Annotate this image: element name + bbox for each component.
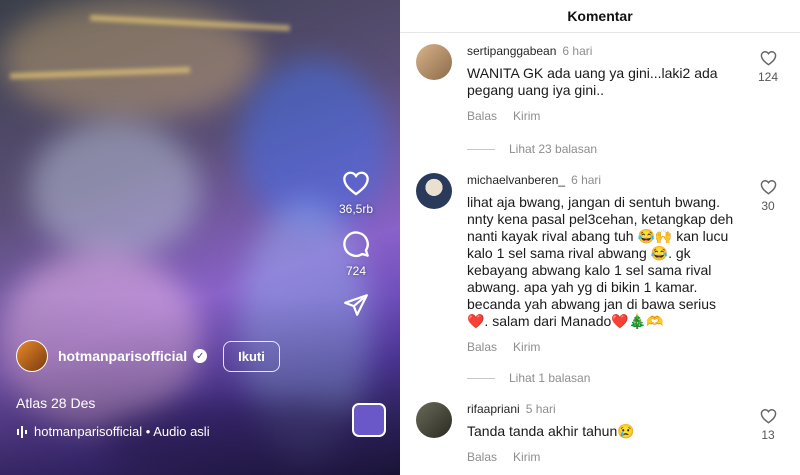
audio-thumbnail-button[interactable] <box>352 403 386 437</box>
comment-time: 6 hari <box>562 44 593 58</box>
view-replies-label: Lihat 1 balasan <box>509 371 591 385</box>
comment-like-button[interactable]: 13 <box>752 408 784 442</box>
panel-title: Komentar <box>400 0 800 33</box>
comment-avatar[interactable] <box>416 173 452 209</box>
heart-icon <box>760 51 776 66</box>
audio-label: hotmanparisofficial • Audio asli <box>34 424 210 439</box>
share-button[interactable] <box>343 292 369 324</box>
like-count: 36,5rb <box>338 202 374 216</box>
comment-like-button[interactable]: 124 <box>752 50 784 84</box>
replies-divider <box>467 148 495 150</box>
comment-text: Tanda tanda akhir tahun😢 <box>467 423 635 439</box>
audio-wave-icon <box>17 425 27 438</box>
comment-like-count: 13 <box>761 428 775 442</box>
comment-actions: Balas Kirim <box>467 450 737 464</box>
reply-button[interactable]: Balas <box>467 340 497 354</box>
comment-avatar[interactable] <box>416 402 452 438</box>
send-button[interactable]: Kirim <box>513 450 540 464</box>
author-avatar[interactable] <box>16 340 48 372</box>
replies-divider <box>467 377 495 379</box>
comment-actions: Balas Kirim <box>467 109 737 123</box>
comment-time: 5 hari <box>525 402 556 416</box>
view-replies-button[interactable]: Lihat 1 balasan <box>467 371 590 385</box>
comment-header: rifaapriani 5 hari <box>467 402 737 416</box>
heart-icon <box>343 171 369 196</box>
comment-header: sertipanggabean 6 hari <box>467 44 737 58</box>
author-username[interactable]: hotmanparisofficial <box>58 348 187 364</box>
reply-button[interactable]: Balas <box>467 450 497 464</box>
follow-button[interactable]: Ikuti <box>223 340 280 372</box>
comment-like-count: 30 <box>761 199 775 213</box>
comment-count: 724 <box>345 264 367 278</box>
send-button[interactable]: Kirim <box>513 340 540 354</box>
like-button[interactable]: 36,5rb <box>339 170 373 216</box>
comment-header: michaelvanberen_ 6 hari <box>467 173 737 187</box>
view-replies-button[interactable]: Lihat 23 balasan <box>467 142 597 156</box>
heart-icon <box>760 409 776 424</box>
comment-actions: Balas Kirim <box>467 340 737 354</box>
send-button[interactable]: Kirim <box>513 109 540 123</box>
comment-text: WANITA GK ada uang ya gini...laki2 ada p… <box>467 65 718 98</box>
comment-button[interactable]: 724 <box>342 230 370 278</box>
comment-username[interactable]: sertipanggabean <box>467 44 556 58</box>
heart-icon <box>760 180 776 195</box>
verified-badge-icon: ✓ <box>193 349 208 363</box>
view-replies-label: Lihat 23 balasan <box>509 142 598 156</box>
video-side-actions: 36,5rb 724 <box>326 170 386 338</box>
comment-username[interactable]: michaelvanberen_ <box>467 173 565 187</box>
comment-text: lihat aja bwang, jangan di sentuh bwang.… <box>467 194 734 329</box>
audio-track[interactable]: hotmanparisofficial • Audio asli <box>16 424 210 439</box>
comment-username[interactable]: rifaapriani <box>467 402 520 416</box>
video-caption: Atlas 28 Des <box>16 395 96 411</box>
video-crowd-blur <box>30 120 200 260</box>
video-author: hotmanparisofficial ✓ Ikuti <box>16 340 280 372</box>
video-player[interactable]: 36,5rb 724 hotmanparisofficial ✓ Ikuti A… <box>0 0 400 475</box>
comment-time: 6 hari <box>571 173 602 187</box>
comment-bubble-icon <box>343 231 369 257</box>
share-send-icon <box>344 294 368 316</box>
comment-avatar[interactable] <box>416 44 452 80</box>
comment-like-count: 124 <box>757 70 779 84</box>
reply-button[interactable]: Balas <box>467 109 497 123</box>
comments-panel: Komentar sertipanggabean 6 hari WANITA GK… <box>400 0 800 475</box>
comment-like-button[interactable]: 30 <box>752 179 784 213</box>
